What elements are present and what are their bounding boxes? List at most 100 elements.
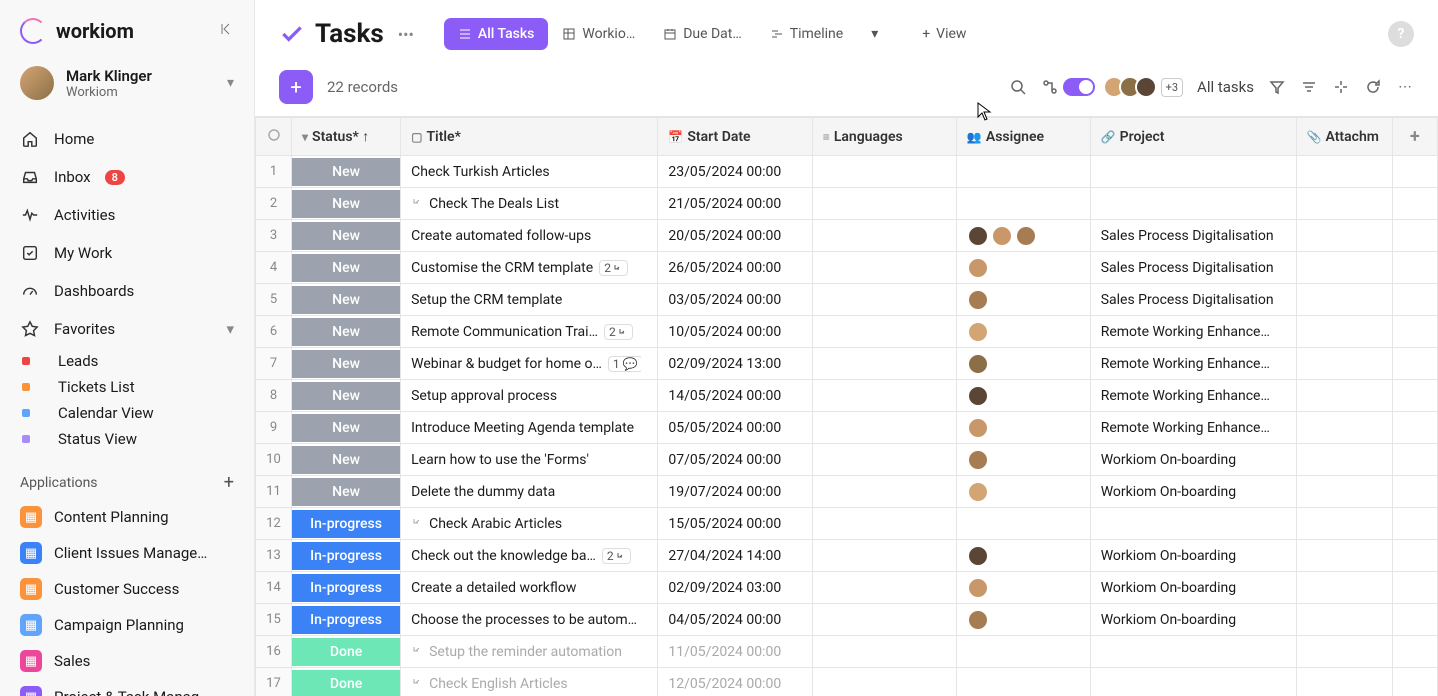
languages-cell[interactable]: [812, 636, 956, 668]
favorite-item[interactable]: Tickets List: [0, 374, 254, 400]
favorite-item[interactable]: Status View: [0, 426, 254, 452]
attach-cell[interactable]: [1296, 668, 1392, 696]
start-date-cell[interactable]: 07/05/2024 00:00: [658, 444, 812, 476]
assignee-cell[interactable]: [956, 348, 1090, 380]
start-date-cell[interactable]: 27/04/2024 14:00: [658, 540, 812, 572]
table-row[interactable]: 13 In-progress Check out the knowledge b…: [256, 540, 1438, 572]
app-item[interactable]: ▦Content Planning: [0, 499, 254, 535]
project-cell[interactable]: Sales Process Digitalisation: [1090, 284, 1296, 316]
status-cell[interactable]: New: [292, 348, 401, 380]
status-cell[interactable]: Done: [292, 636, 401, 668]
project-cell[interactable]: Remote Working Enhance…: [1090, 316, 1296, 348]
page-menu-icon[interactable]: •••: [398, 25, 414, 44]
start-date-cell[interactable]: 20/05/2024 00:00: [658, 220, 812, 252]
table-row[interactable]: 14 In-progress Create a detailed workflo…: [256, 572, 1438, 604]
languages-cell[interactable]: [812, 476, 956, 508]
title-cell[interactable]: Check English Articles: [401, 668, 658, 696]
favorite-item[interactable]: Calendar View: [0, 400, 254, 426]
start-date-cell[interactable]: 10/05/2024 00:00: [658, 316, 812, 348]
status-cell[interactable]: In-progress: [292, 508, 401, 540]
table-row[interactable]: 4 New Customise the CRM template2 26/05/…: [256, 252, 1438, 284]
col-attach[interactable]: 📎Attachm: [1296, 118, 1392, 156]
table-row[interactable]: 12 In-progress Check Arabic Articles 15/…: [256, 508, 1438, 540]
attach-cell[interactable]: [1296, 188, 1392, 220]
project-cell[interactable]: Workiom On-boarding: [1090, 572, 1296, 604]
languages-cell[interactable]: [812, 412, 956, 444]
assignee-cell[interactable]: [956, 156, 1090, 188]
attach-cell[interactable]: [1296, 220, 1392, 252]
app-item[interactable]: ▦Campaign Planning: [0, 607, 254, 643]
add-view-button[interactable]: + View: [922, 26, 966, 42]
project-cell[interactable]: [1090, 636, 1296, 668]
table-row[interactable]: 2 New Check The Deals List 21/05/2024 00…: [256, 188, 1438, 220]
status-cell[interactable]: New: [292, 476, 401, 508]
attach-cell[interactable]: [1296, 156, 1392, 188]
languages-cell[interactable]: [812, 572, 956, 604]
col-start[interactable]: 📅Start Date: [658, 118, 812, 156]
attach-cell[interactable]: [1296, 476, 1392, 508]
start-date-cell[interactable]: 23/05/2024 00:00: [658, 156, 812, 188]
table-row[interactable]: 3 New Create automated follow-ups 20/05/…: [256, 220, 1438, 252]
start-date-cell[interactable]: 12/05/2024 00:00: [658, 668, 812, 696]
favorite-item[interactable]: Leads: [0, 348, 254, 374]
start-date-cell[interactable]: 14/05/2024 00:00: [658, 380, 812, 412]
chevron-down-icon[interactable]: ▾: [227, 75, 234, 91]
assignee-cell[interactable]: [956, 604, 1090, 636]
status-cell[interactable]: In-progress: [292, 540, 401, 572]
attach-cell[interactable]: [1296, 380, 1392, 412]
table-row[interactable]: 11 New Delete the dummy data 19/07/2024 …: [256, 476, 1438, 508]
languages-cell[interactable]: [812, 604, 956, 636]
attach-cell[interactable]: [1296, 284, 1392, 316]
languages-cell[interactable]: [812, 508, 956, 540]
languages-cell[interactable]: [812, 380, 956, 412]
col-title[interactable]: ▢Title*: [401, 118, 658, 156]
assignee-cell[interactable]: [956, 540, 1090, 572]
assignee-cell[interactable]: [956, 444, 1090, 476]
title-cell[interactable]: Create automated follow-ups: [401, 220, 658, 252]
col-project[interactable]: 🔗Project: [1090, 118, 1296, 156]
col-assignee[interactable]: 👥Assignee: [956, 118, 1090, 156]
nav-activities[interactable]: Activities: [0, 196, 254, 234]
nav-dashboards[interactable]: Dashboards: [0, 272, 254, 310]
attach-cell[interactable]: [1296, 444, 1392, 476]
languages-cell[interactable]: [812, 348, 956, 380]
languages-cell[interactable]: [812, 444, 956, 476]
languages-cell[interactable]: [812, 284, 956, 316]
title-cell[interactable]: Check The Deals List: [401, 188, 658, 220]
title-cell[interactable]: Setup the CRM template: [401, 284, 658, 316]
add-column-button[interactable]: +: [1392, 118, 1437, 156]
status-cell[interactable]: New: [292, 316, 401, 348]
start-date-cell[interactable]: 11/05/2024 00:00: [658, 636, 812, 668]
app-item[interactable]: ▦Project & Task Manag: [0, 679, 254, 696]
start-date-cell[interactable]: 02/09/2024 03:00: [658, 572, 812, 604]
project-cell[interactable]: Workiom On-boarding: [1090, 604, 1296, 636]
title-cell[interactable]: Check Turkish Articles: [401, 156, 658, 188]
languages-cell[interactable]: [812, 252, 956, 284]
attach-cell[interactable]: [1296, 316, 1392, 348]
user-row[interactable]: Mark Klinger Workiom ▾: [0, 54, 254, 112]
assignee-cell[interactable]: [956, 220, 1090, 252]
avatar-more[interactable]: +3: [1161, 78, 1183, 97]
project-cell[interactable]: Remote Working Enhance…: [1090, 348, 1296, 380]
assignee-cell[interactable]: [956, 252, 1090, 284]
title-cell[interactable]: Setup approval process: [401, 380, 658, 412]
status-cell[interactable]: In-progress: [292, 572, 401, 604]
help-icon[interactable]: ?: [1388, 21, 1414, 47]
refresh-icon[interactable]: [1364, 78, 1382, 96]
attach-cell[interactable]: [1296, 412, 1392, 444]
title-cell[interactable]: Remote Communication Trai…2: [401, 316, 658, 348]
title-cell[interactable]: Customise the CRM template2: [401, 252, 658, 284]
add-record-button[interactable]: +: [279, 70, 313, 104]
assignee-cell[interactable]: [956, 316, 1090, 348]
col-lang[interactable]: ≡Languages: [812, 118, 956, 156]
collapse-sidebar-icon[interactable]: [220, 22, 234, 40]
languages-cell[interactable]: [812, 668, 956, 696]
attach-cell[interactable]: [1296, 540, 1392, 572]
project-cell[interactable]: Remote Working Enhance…: [1090, 412, 1296, 444]
languages-cell[interactable]: [812, 220, 956, 252]
table-row[interactable]: 15 In-progress Choose the processes to b…: [256, 604, 1438, 636]
status-cell[interactable]: New: [292, 156, 401, 188]
status-cell[interactable]: New: [292, 444, 401, 476]
view-timeline[interactable]: Timeline: [756, 18, 857, 50]
attach-cell[interactable]: [1296, 604, 1392, 636]
